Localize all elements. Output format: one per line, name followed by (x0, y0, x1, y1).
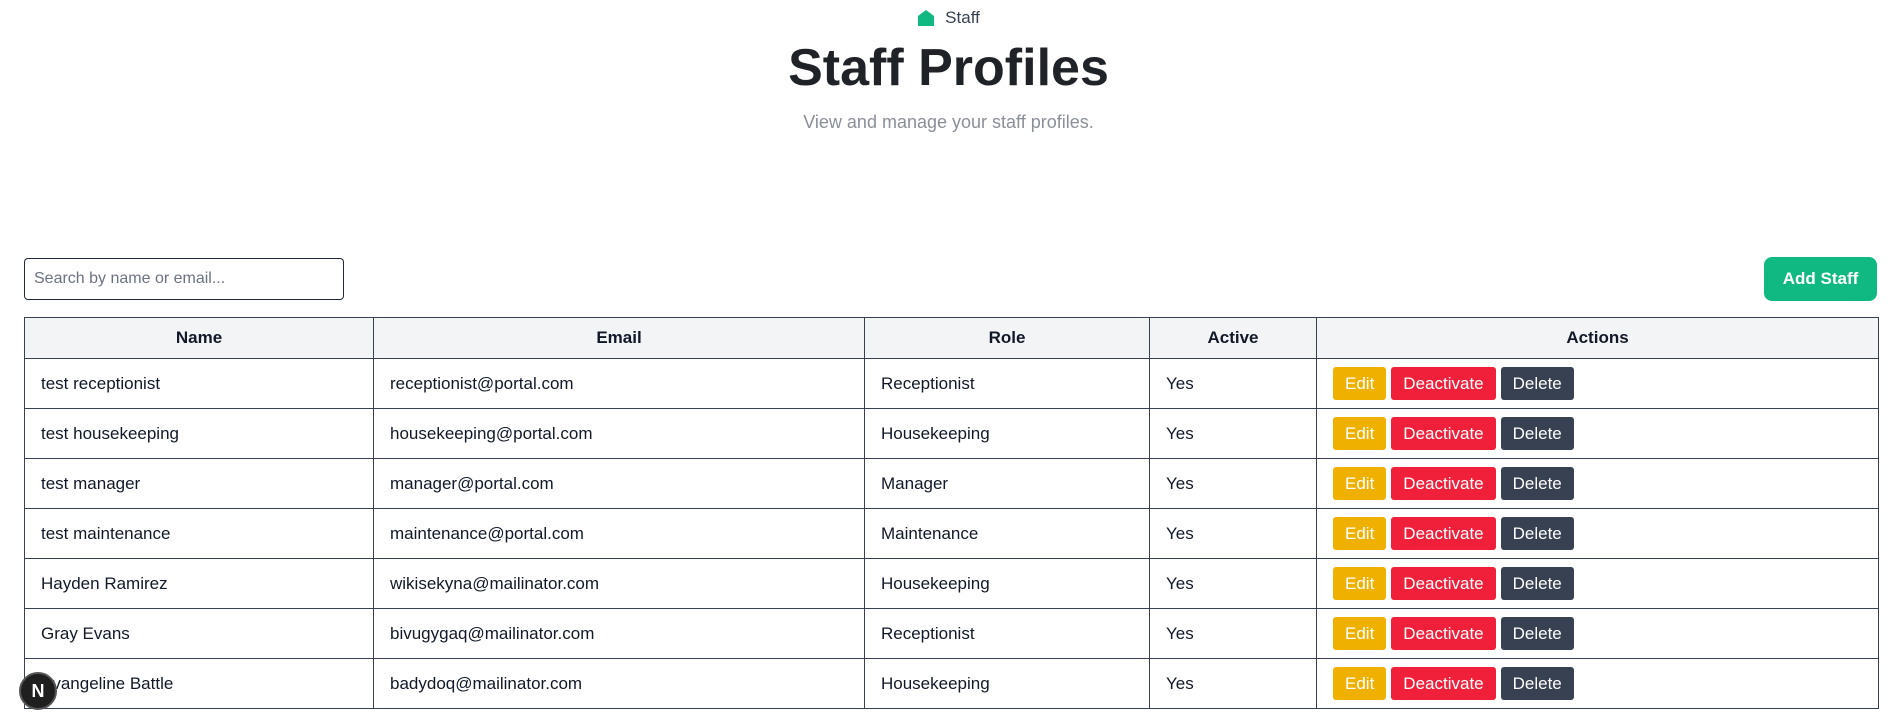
row-actions: Edit Deactivate Delete (1333, 417, 1862, 450)
table-body: test receptionist receptionist@portal.com… (24, 358, 1879, 709)
deactivate-button[interactable]: Deactivate (1391, 567, 1496, 600)
cell-name: test receptionist (24, 358, 374, 409)
cell-email: wikisekyna@mailinator.com (373, 558, 865, 609)
row-actions: Edit Deactivate Delete (1333, 367, 1862, 400)
cell-role: Housekeeping (864, 408, 1150, 459)
row-actions: Edit Deactivate Delete (1333, 517, 1862, 550)
cell-name: Evangeline Battle (24, 658, 374, 709)
cell-active: Yes (1149, 458, 1317, 509)
cell-role: Receptionist (864, 608, 1150, 659)
column-header-name: Name (24, 317, 374, 359)
cell-name: test maintenance (24, 508, 374, 559)
table-row: Hayden Ramirez wikisekyna@mailinator.com H… (24, 558, 1879, 609)
cell-name: test manager (24, 458, 374, 509)
table-header-row: Name Email Role Active Actions (24, 317, 1879, 359)
table-row: test maintenance maintenance@portal.com Ma… (24, 508, 1879, 559)
cell-email: manager@portal.com (373, 458, 865, 509)
cell-email: housekeeping@portal.com (373, 408, 865, 459)
cell-role: Housekeeping (864, 658, 1150, 709)
edit-button[interactable]: Edit (1333, 417, 1387, 450)
home-icon[interactable] (917, 9, 935, 27)
cell-role: Manager (864, 458, 1150, 509)
deactivate-button[interactable]: Deactivate (1391, 517, 1496, 550)
cell-actions: Edit Deactivate Delete (1316, 558, 1879, 609)
cell-active: Yes (1149, 508, 1317, 559)
row-actions: Edit Deactivate Delete (1333, 567, 1862, 600)
table-row: Gray Evans bivugygaq@mailinator.com Recept… (24, 608, 1879, 659)
table-row: test receptionist receptionist@portal.com… (24, 358, 1879, 409)
edit-button[interactable]: Edit (1333, 367, 1387, 400)
breadcrumb-label[interactable]: Staff (945, 8, 980, 28)
delete-button[interactable]: Delete (1500, 667, 1574, 700)
search-input[interactable] (24, 258, 344, 300)
edit-button[interactable]: Edit (1333, 567, 1387, 600)
edit-button[interactable]: Edit (1333, 517, 1387, 550)
cell-actions: Edit Deactivate Delete (1316, 458, 1879, 509)
cell-actions: Edit Deactivate Delete (1316, 408, 1879, 459)
staff-table: Name Email Role Active Actions test rece… (24, 317, 1879, 709)
column-header-active: Active (1149, 317, 1317, 359)
deactivate-button[interactable]: Deactivate (1391, 667, 1496, 700)
cell-active: Yes (1149, 608, 1317, 659)
edit-button[interactable]: Edit (1333, 467, 1387, 500)
deactivate-button[interactable]: Deactivate (1391, 617, 1496, 650)
cell-name: Gray Evans (24, 608, 374, 659)
column-header-actions: Actions (1316, 317, 1879, 359)
cell-active: Yes (1149, 408, 1317, 459)
row-actions: Edit Deactivate Delete (1333, 617, 1862, 650)
table-row: test housekeeping housekeeping@portal.com… (24, 408, 1879, 459)
cell-role: Receptionist (864, 358, 1150, 409)
delete-button[interactable]: Delete (1500, 367, 1574, 400)
cell-actions: Edit Deactivate Delete (1316, 508, 1879, 559)
cell-email: maintenance@portal.com (373, 508, 865, 559)
column-header-email: Email (373, 317, 865, 359)
cell-actions: Edit Deactivate Delete (1316, 358, 1879, 409)
cell-name: test housekeeping (24, 408, 374, 459)
delete-button[interactable]: Delete (1500, 417, 1574, 450)
deactivate-button[interactable]: Deactivate (1391, 417, 1496, 450)
delete-button[interactable]: Delete (1500, 517, 1574, 550)
delete-button[interactable]: Delete (1500, 617, 1574, 650)
cell-role: Housekeeping (864, 558, 1150, 609)
cell-active: Yes (1149, 558, 1317, 609)
cell-email: badydoq@mailinator.com (373, 658, 865, 709)
table-row: Evangeline Battle badydoq@mailinator.com H… (24, 658, 1879, 709)
cell-actions: Edit Deactivate Delete (1316, 608, 1879, 659)
delete-button[interactable]: Delete (1500, 467, 1574, 500)
deactivate-button[interactable]: Deactivate (1391, 467, 1496, 500)
row-actions: Edit Deactivate Delete (1333, 467, 1862, 500)
deactivate-button[interactable]: Deactivate (1391, 367, 1496, 400)
cell-actions: Edit Deactivate Delete (1316, 658, 1879, 709)
cell-email: bivugygaq@mailinator.com (373, 608, 865, 659)
dev-tools-badge[interactable]: N (19, 672, 57, 710)
cell-active: Yes (1149, 358, 1317, 409)
column-header-role: Role (864, 317, 1150, 359)
table-row: test manager manager@portal.com Manager Yes… (24, 458, 1879, 509)
delete-button[interactable]: Delete (1500, 567, 1574, 600)
row-actions: Edit Deactivate Delete (1333, 667, 1862, 700)
breadcrumb: Staff (0, 8, 1897, 28)
page-subtitle: View and manage your staff profiles. (803, 112, 1094, 132)
add-staff-button[interactable]: Add Staff (1764, 257, 1877, 301)
edit-button[interactable]: Edit (1333, 617, 1387, 650)
cell-name: Hayden Ramirez (24, 558, 374, 609)
edit-button[interactable]: Edit (1333, 667, 1387, 700)
page-title: Staff Profiles (788, 39, 1109, 97)
cell-active: Yes (1149, 658, 1317, 709)
cell-email: receptionist@portal.com (373, 358, 865, 409)
cell-role: Maintenance (864, 508, 1150, 559)
